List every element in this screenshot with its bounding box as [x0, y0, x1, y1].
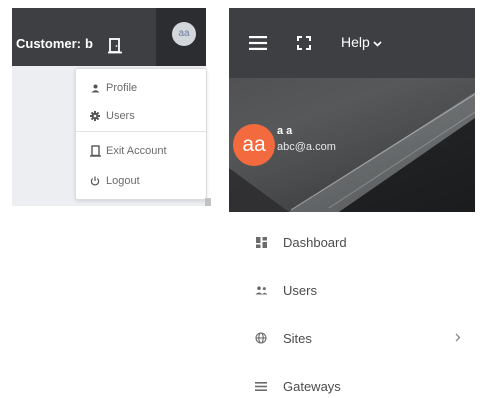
profile-banner: aa a a abc@a.com [229, 78, 475, 212]
menu-item-logout[interactable]: Logout [88, 172, 140, 190]
left-panel: Customer: b aa Profile Users Exit Accoun… [12, 8, 211, 206]
help-label: Help [341, 33, 370, 50]
fullscreen-icon[interactable] [297, 36, 311, 55]
user-avatar[interactable]: aa [172, 22, 196, 46]
sidebar-item-dashboard[interactable]: Dashboard [229, 230, 475, 254]
menu-item-users[interactable]: Users [88, 107, 135, 125]
help-menu[interactable]: Help [341, 33, 382, 50]
menu-divider [76, 131, 206, 132]
dashboard-icon [253, 236, 269, 248]
nav-label: Dashboard [283, 234, 347, 250]
customer-selector[interactable]: Customer: b [16, 36, 93, 51]
menu-item-label: Exit Account [106, 145, 167, 157]
user-dropdown-menu: Profile Users Exit Account Logout [75, 68, 207, 200]
profile-email: abc@a.com [277, 141, 336, 153]
profile-avatar[interactable]: aa [233, 124, 275, 166]
scrollbar[interactable] [205, 198, 211, 206]
chevron-down-icon [373, 34, 382, 50]
sidebar-item-gateways[interactable]: Gateways [229, 374, 475, 398]
nav-label: Users [283, 282, 317, 298]
sidebar-item-users[interactable]: Users [229, 278, 475, 302]
menu-item-exit-account[interactable]: Exit Account [88, 142, 167, 160]
menu-item-label: Profile [106, 82, 138, 94]
list-icon [253, 381, 269, 391]
chevron-right-icon [455, 331, 461, 345]
gear-icon [88, 111, 102, 121]
door-icon [88, 145, 102, 157]
nav-label: Sites [283, 330, 312, 346]
power-icon [88, 176, 102, 186]
profile-name: a a [277, 125, 293, 137]
hamburger-menu-icon[interactable] [249, 36, 267, 55]
person-icon [88, 84, 102, 93]
nav-label: Gateways [283, 378, 341, 394]
menu-item-profile[interactable]: Profile [88, 79, 137, 97]
door-icon[interactable] [108, 38, 122, 59]
menu-item-label: Users [106, 110, 135, 122]
menu-item-label: Logout [106, 175, 140, 187]
right-top-bar: Help [229, 8, 475, 78]
globe-icon [253, 332, 269, 344]
left-top-bar: Customer: b aa [12, 8, 206, 66]
users-icon [253, 285, 269, 295]
customer-value: b [85, 36, 93, 51]
customer-label: Customer: [16, 36, 82, 51]
sidebar-item-sites[interactable]: Sites [229, 326, 475, 350]
